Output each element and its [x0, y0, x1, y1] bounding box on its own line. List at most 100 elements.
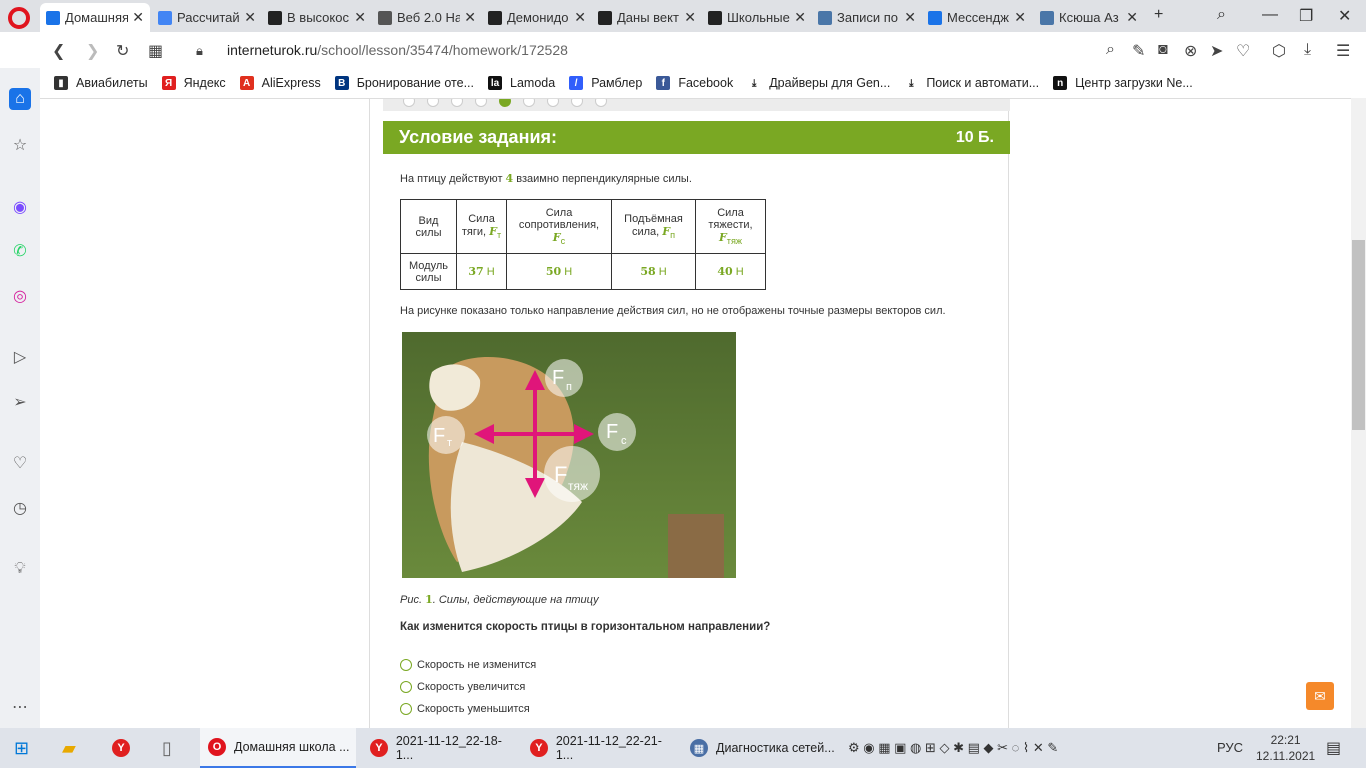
bookmark-label: Авиабилеты [76, 76, 148, 90]
progress-dot[interactable] [451, 99, 463, 107]
bookmark-icon: ⤓ [747, 76, 762, 90]
adblock-icon[interactable]: ⊗ [1184, 41, 1197, 61]
file-icon[interactable]: ▯ [162, 728, 172, 768]
bookmark-7[interactable]: ⤓ Драйверы для Gen... [747, 76, 890, 90]
tab-9[interactable]: Ксюша Аз ✕ [1034, 3, 1144, 32]
bookmark-1[interactable]: Я Яндекс [161, 76, 226, 90]
progress-dot[interactable] [403, 99, 415, 107]
tab-1[interactable]: Рассчитай ✕ [152, 3, 262, 32]
radio-button[interactable] [400, 703, 412, 715]
history-icon[interactable]: ◷ [9, 497, 31, 519]
send-icon[interactable]: ➤ [1210, 41, 1223, 61]
tab-search-icon[interactable]: ⌕ [1217, 6, 1226, 24]
tray-icons[interactable]: ⚙ ◉ ▦ ▣ ◍ ⊞ ◇ ✱ ▤ ◆ ✂ ◌ ⌇ ✕ ✎ [848, 740, 1058, 756]
taskbar-app-1[interactable]: Y 2021-11-12_22-18-1... [362, 728, 518, 768]
tab-close-icon[interactable]: ✕ [904, 9, 916, 26]
task-title: Условие задания: [399, 127, 558, 147]
bookmark-4[interactable]: la Lamoda [488, 76, 555, 90]
favorites-icon[interactable]: ♡ [9, 452, 31, 474]
heart-icon[interactable]: ♡ [1236, 41, 1250, 61]
tab-2[interactable]: В высокос ✕ [262, 3, 372, 32]
progress-dot-current[interactable] [499, 99, 511, 107]
search-page-icon[interactable]: ⌕ [1106, 41, 1115, 59]
bookmark-6[interactable]: f Facebook [656, 76, 733, 90]
opera-menu-icon[interactable] [8, 7, 30, 29]
tab-close-icon[interactable]: ✕ [1126, 9, 1138, 26]
chat-icon[interactable]: ✉ [1306, 682, 1334, 710]
tips-icon[interactable]: 💡︎ [9, 558, 31, 580]
forward-icon[interactable]: ❯ [86, 41, 99, 61]
tab-6[interactable]: Школьные ✕ [702, 3, 812, 32]
send-flow-icon[interactable]: ➢ [9, 391, 31, 413]
tab-close-icon[interactable]: ✕ [244, 9, 256, 26]
instagram-icon[interactable]: ◎ [9, 285, 31, 307]
url-field[interactable]: interneturok.ru/school/lesson/35474/home… [227, 42, 568, 58]
yandex-icon[interactable]: Y [112, 728, 138, 768]
clock[interactable]: 22:21 12.11.2021 [1256, 732, 1315, 764]
bookmark-3[interactable]: B Бронирование оте... [334, 76, 474, 90]
progress-dot[interactable] [475, 99, 487, 107]
windows-start-icon[interactable]: ⊞ [14, 728, 29, 768]
bookmark-2[interactable]: A AliExpress [239, 76, 321, 90]
explorer-icon[interactable]: ▰ [62, 728, 76, 768]
bookmark-label: AliExpress [261, 76, 321, 90]
task-header: Условие задания: 10 Б. [383, 121, 1010, 154]
bookmark-0[interactable]: ▮ Авиабилеты [54, 76, 148, 90]
col-sym: F [552, 230, 561, 244]
taskbar-app-3[interactable]: ▦ Диагностика сетей... [682, 728, 842, 768]
messenger-icon[interactable]: ◉ [9, 196, 31, 218]
tab-close-icon[interactable]: ✕ [684, 9, 696, 26]
tab-0[interactable]: Домашняя ✕ [40, 3, 150, 32]
answer-option-increase[interactable]: Скорость увеличится [400, 681, 525, 693]
camera-icon[interactable]: ◙ [1158, 41, 1168, 59]
progress-dot[interactable] [595, 99, 607, 107]
more-icon[interactable]: ⋯ [9, 696, 31, 718]
tab-3[interactable]: Веб 2.0 На ✕ [372, 3, 482, 32]
scrollbar-thumb[interactable] [1352, 240, 1365, 430]
tab-close-icon[interactable]: ✕ [1014, 9, 1026, 26]
close-window-icon[interactable]: ✕ [1338, 6, 1351, 26]
download-icon[interactable]: ⤓ [1304, 41, 1311, 59]
edit-icon[interactable]: ✎ [1132, 41, 1145, 61]
progress-dot[interactable] [547, 99, 559, 107]
notifications-icon[interactable]: ▤ [1326, 738, 1341, 758]
bookmark-8[interactable]: ⤓ Поиск и автомати... [904, 76, 1039, 90]
bookmark-9[interactable]: n Центр загрузки Ne... [1053, 76, 1193, 90]
tab-close-icon[interactable]: ✕ [794, 9, 806, 26]
radio-button[interactable] [400, 681, 412, 693]
tab-8[interactable]: Мессендж ✕ [922, 3, 1032, 32]
minimize-icon[interactable]: — [1262, 6, 1278, 24]
tab-5[interactable]: Даны вект ✕ [592, 3, 702, 32]
progress-dot[interactable] [523, 99, 535, 107]
restore-icon[interactable]: ❐ [1299, 6, 1313, 26]
back-icon[interactable]: ❮ [52, 41, 65, 61]
tab-7[interactable]: Записи по ✕ [812, 3, 922, 32]
taskbar-app-0[interactable]: O Домашняя школа ... [200, 728, 356, 768]
progress-dot[interactable] [571, 99, 583, 107]
language-indicator[interactable]: РУС [1217, 740, 1243, 755]
vk-icon [818, 10, 832, 25]
bookmark-5[interactable]: / Рамблер [569, 76, 642, 90]
tab-close-icon[interactable]: ✕ [464, 9, 476, 26]
tab-close-icon[interactable]: ✕ [132, 9, 144, 26]
whatsapp-icon[interactable]: ✆ [9, 240, 31, 262]
tab-4[interactable]: Демонидо ✕ [482, 3, 592, 32]
tab-close-icon[interactable]: ✕ [354, 9, 366, 26]
answer-option-decrease[interactable]: Скорость уменьшится [400, 703, 530, 715]
speed-dial-icon[interactable]: ☆ [9, 134, 31, 156]
radio-button[interactable] [400, 659, 412, 671]
reload-icon[interactable]: ↻ [116, 41, 129, 61]
home-icon[interactable]: ⌂ [9, 88, 31, 110]
cube-icon[interactable]: ⬡ [1272, 41, 1286, 61]
taskbar-app-2[interactable]: Y 2021-11-12_22-21-1... [522, 728, 678, 768]
progress-dot[interactable] [427, 99, 439, 107]
intro-text: На птицу действуют [400, 173, 503, 185]
label-gravity: F [554, 462, 567, 487]
tabs-grid-icon[interactable]: ▦ [148, 41, 163, 61]
player-icon[interactable]: ▷ [9, 346, 31, 368]
tab-close-icon[interactable]: ✕ [574, 9, 586, 26]
label-circle-gravity [544, 446, 600, 502]
answer-option-no-change[interactable]: Скорость не изменится [400, 659, 536, 671]
new-tab-icon[interactable]: + [1154, 6, 1163, 24]
easy-setup-icon[interactable]: ☰ [1336, 41, 1350, 61]
